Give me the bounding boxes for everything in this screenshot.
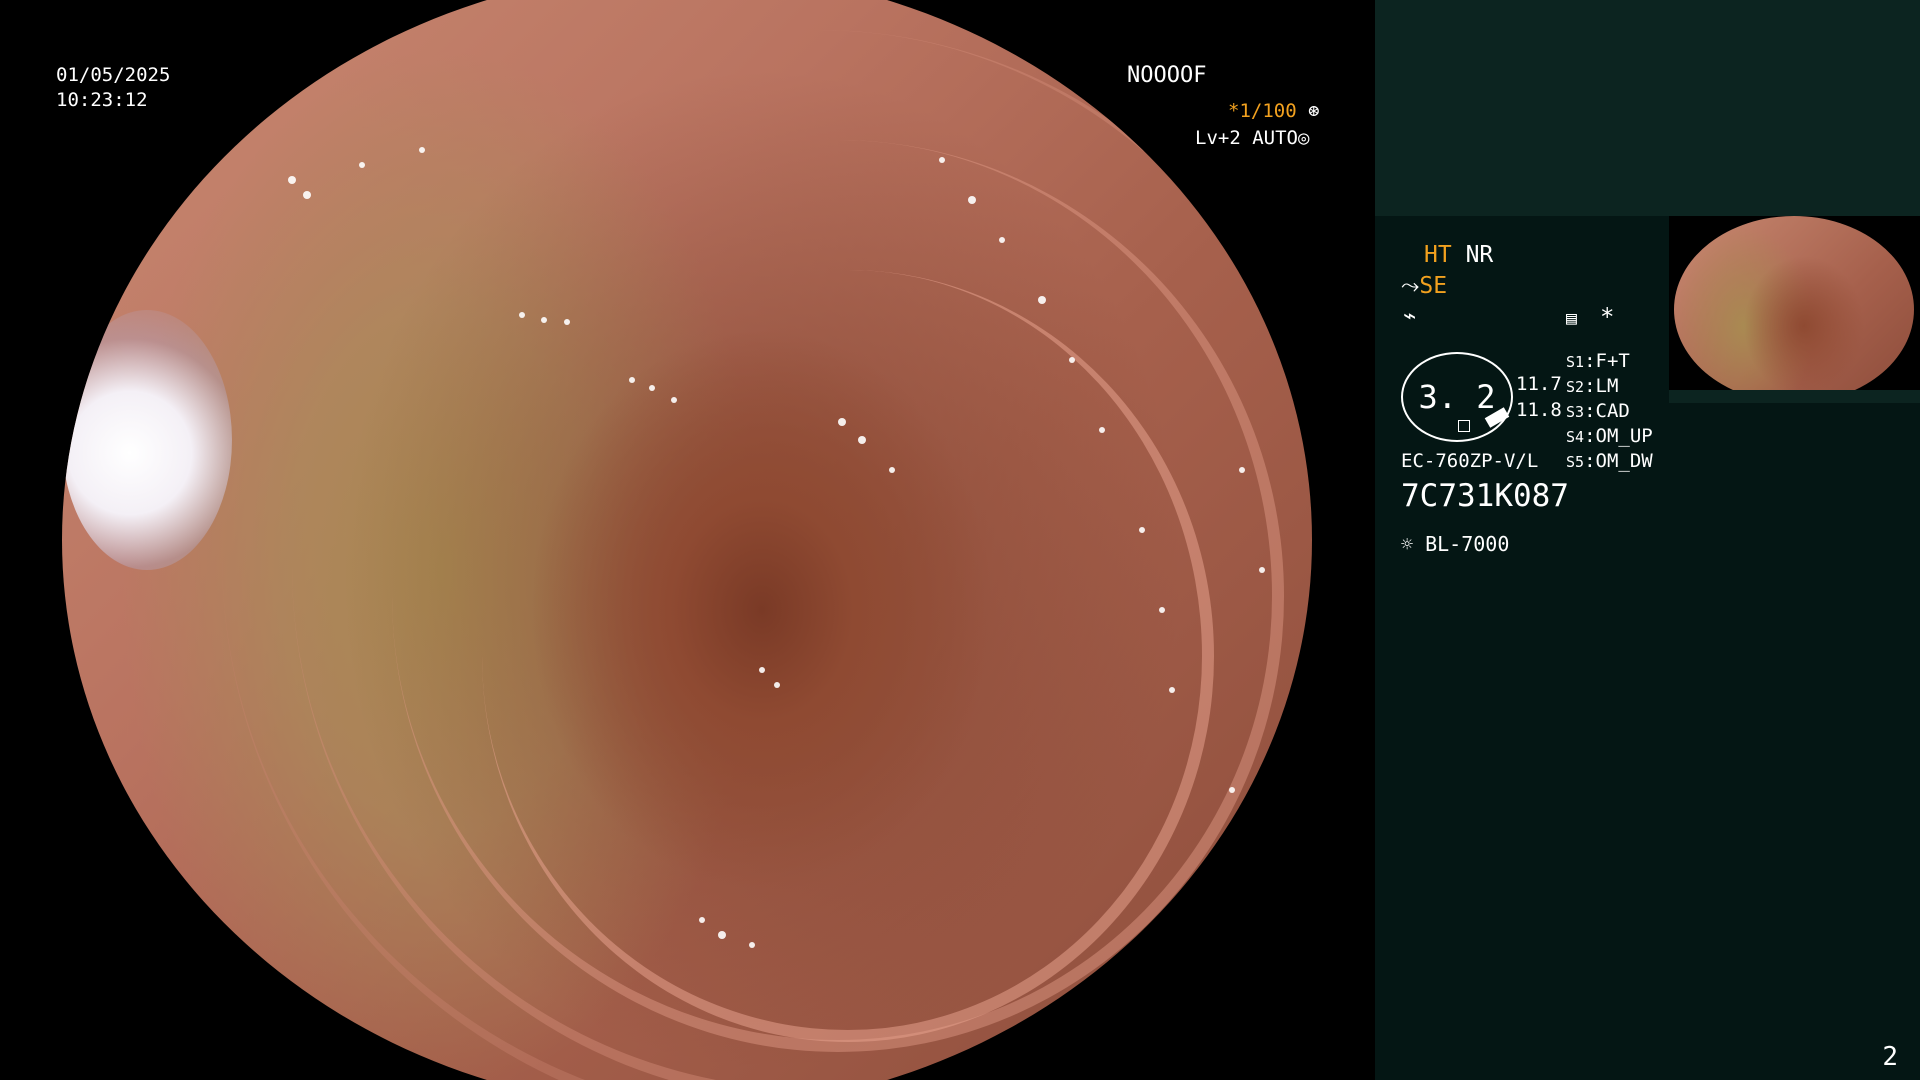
specular-highlights	[288, 147, 1265, 948]
ht-nr-row: HT NR	[1424, 244, 1493, 267]
asterisk-indicator: *	[1600, 303, 1615, 331]
aperture-icon: ⊛	[1308, 100, 1320, 122]
shutter-row: *1/100 ⊛	[1228, 100, 1320, 123]
se-row: ⤳SE	[1401, 275, 1447, 298]
info-panel-header	[1375, 0, 1920, 216]
ht-indicator: HT	[1424, 242, 1452, 268]
switch-row: S2:LM	[1566, 375, 1619, 397]
page-number: 2	[1882, 1042, 1898, 1072]
nr-indicator: NR	[1465, 242, 1494, 268]
switch-row: S3:CAD	[1566, 400, 1630, 422]
captured-image-thumbnail[interactable]	[1669, 216, 1920, 403]
brightness-level: Lv+2	[1195, 127, 1241, 149]
switch-key: S2	[1566, 378, 1585, 396]
dial-marker	[1458, 420, 1470, 432]
switch-key: S4	[1566, 428, 1585, 446]
switch-row: S5:OM_DW	[1566, 450, 1653, 472]
switch-value: OM_DW	[1595, 450, 1653, 472]
endoscopic-image	[62, 0, 1312, 1080]
lightning-icon: ⌁	[1403, 304, 1417, 329]
switch-list: S1:F+T S2:LM S3:CAD S4:OM_UP S5:OM_DW	[1566, 349, 1653, 474]
memo-icon: ▤	[1566, 308, 1577, 329]
light-source-model: BL-7000	[1425, 532, 1510, 556]
exam-date: 01/05/2025	[56, 64, 171, 86]
iris-mode: AUTO	[1252, 127, 1298, 149]
structure-enhancement-icon: ⤳	[1401, 273, 1420, 299]
scope-serial: 7C731K087	[1401, 478, 1569, 514]
value-bottom: 11.8	[1516, 399, 1562, 421]
switch-key: S3	[1566, 403, 1585, 421]
switch-key: S1	[1566, 353, 1585, 371]
thumbnail-status-bar	[1669, 390, 1920, 403]
se-indicator: SE	[1419, 273, 1448, 299]
exam-time: 10:23:12	[56, 89, 148, 111]
switch-row: S1:F+T	[1566, 350, 1630, 372]
switch-value: LM	[1595, 375, 1619, 397]
mode-code: NOOOOF	[1127, 63, 1207, 88]
light-source-icon: ☼	[1401, 532, 1414, 556]
switch-value: CAD	[1595, 400, 1630, 422]
switch-value: F+T	[1595, 350, 1630, 372]
switch-value: OM_UP	[1595, 425, 1653, 447]
shutter-speed: *1/100	[1228, 100, 1297, 122]
value-top: 11.7	[1516, 373, 1562, 395]
scope-model: EC-760ZP-V/L	[1401, 450, 1539, 472]
zoom-dial: 3. 2	[1401, 352, 1513, 442]
iris-icon: ◎	[1297, 127, 1310, 149]
endoscope-video-area	[0, 0, 1375, 1080]
thumbnail-scope-image	[1674, 216, 1914, 403]
switch-key: S5	[1566, 453, 1585, 471]
light-source-row: ☼ BL-7000	[1401, 533, 1509, 556]
level-row: Lv+2 AUTO◎	[1195, 127, 1309, 150]
switch-row: S4:OM_UP	[1566, 425, 1653, 447]
